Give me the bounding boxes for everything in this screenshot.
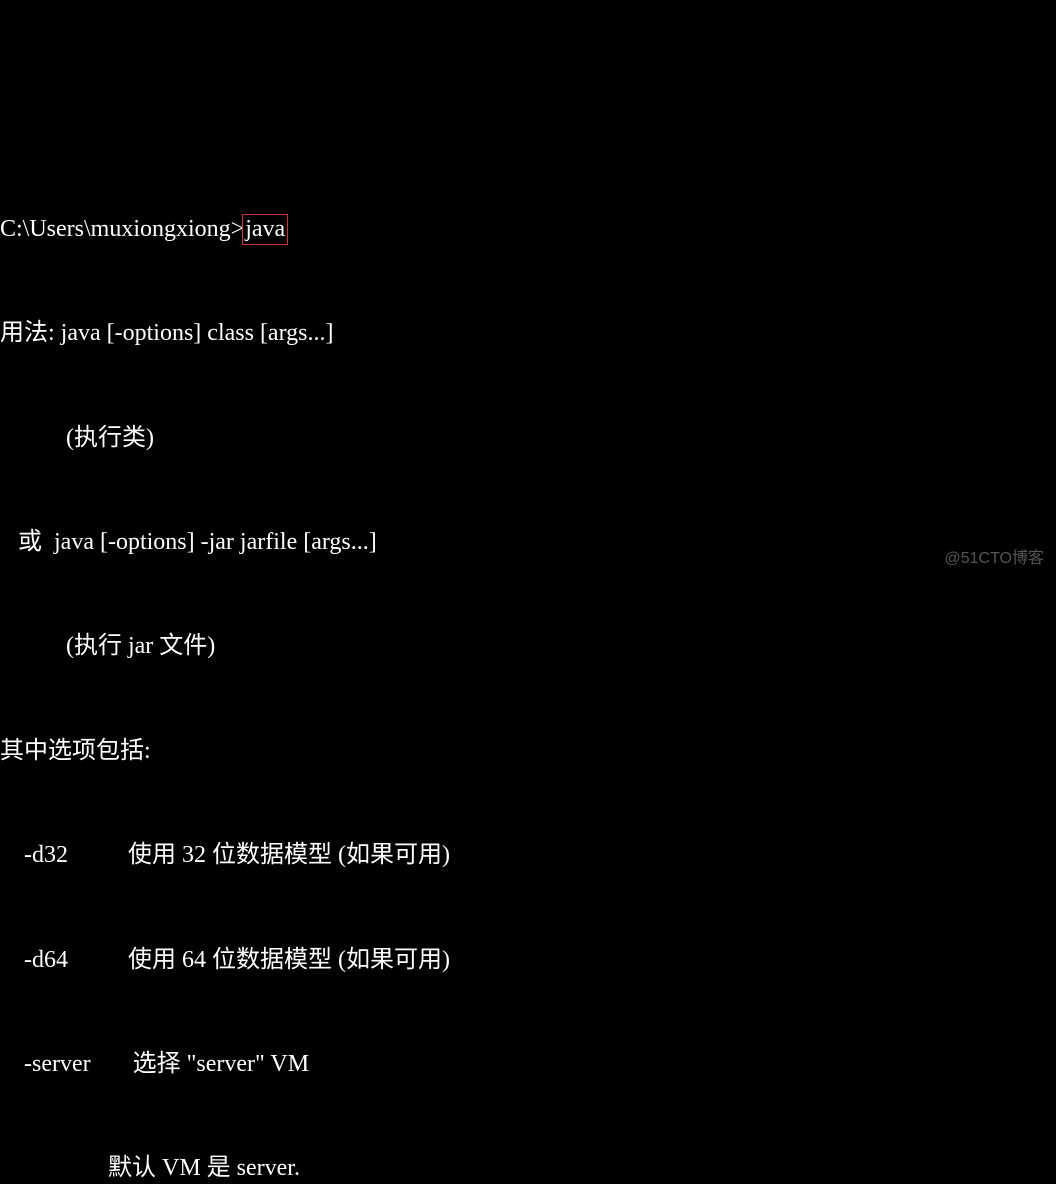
output-line: (执行类): [0, 421, 1056, 456]
output-line: (执行 jar 文件): [0, 629, 1056, 664]
output-line: 其中选项包括:: [0, 734, 1056, 769]
output-line: -server 选择 "server" VM: [0, 1047, 1056, 1082]
output-line: -d32 使用 32 位数据模型 (如果可用): [0, 838, 1056, 873]
watermark-text: @51CTO博客: [944, 547, 1044, 570]
terminal-window: C:\Users\muxiongxiong>java 用法: java [-op…: [0, 142, 1056, 1184]
output-line: 或 java [-options] -jar jarfile [args...]: [0, 525, 1056, 560]
prompt-line[interactable]: C:\Users\muxiongxiong>java: [0, 212, 1056, 247]
prompt-path: C:\Users\muxiongxiong>: [0, 216, 244, 242]
command-highlight: java: [242, 214, 288, 245]
output-line: -d64 使用 64 位数据模型 (如果可用): [0, 943, 1056, 978]
output-line: 默认 VM 是 server.: [0, 1151, 1056, 1184]
output-line: 用法: java [-options] class [args...]: [0, 316, 1056, 351]
command-text: java: [245, 216, 285, 242]
